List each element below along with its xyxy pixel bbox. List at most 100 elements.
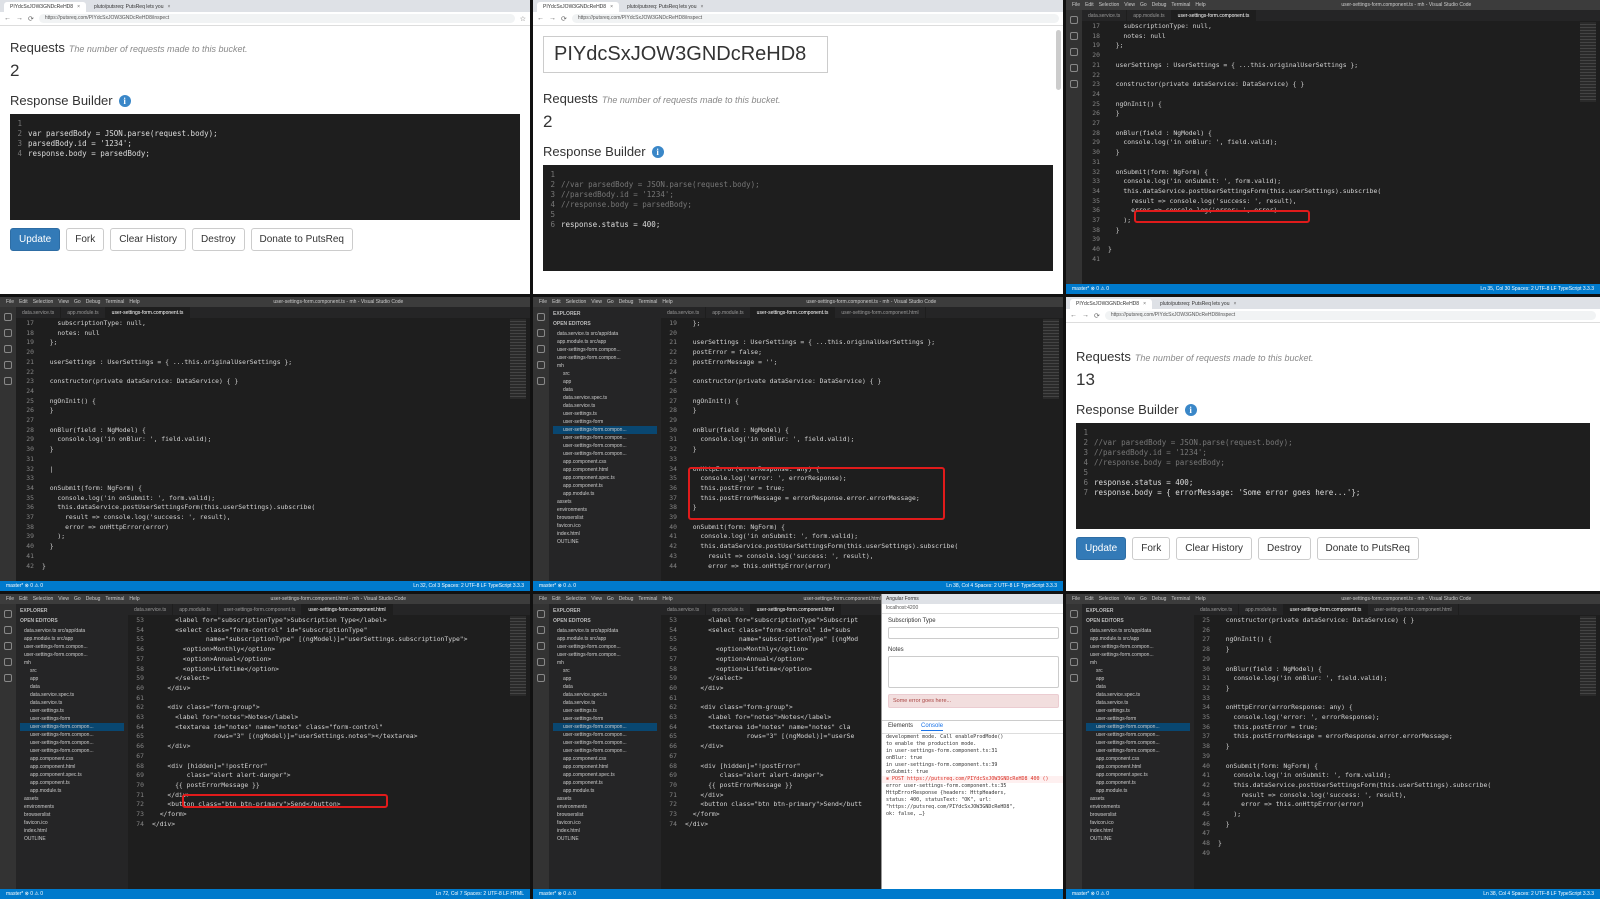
menu-bar[interactable]: File Edit Selection View Go Debug Terminal Help [539,596,678,602]
tab-app-module[interactable]: app.module.ts [706,307,751,318]
open-editors-header[interactable]: OPEN EDITORS [553,320,657,328]
files-icon[interactable] [1070,610,1078,618]
explorer-item[interactable]: user-settings.ts [1086,707,1190,715]
donate-button[interactable]: Donate to PutsReq [250,228,353,251]
explorer-item[interactable]: browserslist [553,514,657,522]
tab-app-module[interactable]: app.module.ts [173,604,218,615]
menu-item[interactable]: View [58,299,69,305]
info-icon[interactable]: i [118,94,131,107]
explorer-item[interactable]: user-settings-form.compon... [1086,651,1190,659]
back-icon[interactable]: ← [1070,312,1077,319]
tab-data-service[interactable]: data.service.ts [1194,604,1240,615]
menu-item[interactable]: Terminal [105,299,124,305]
explorer-item[interactable]: user-settings-form.compon... [20,723,124,731]
extensions-icon[interactable] [1070,674,1078,682]
menu-item[interactable]: Edit [552,299,561,305]
menu-item[interactable]: Help [129,299,139,305]
notes-textarea[interactable] [888,656,1059,688]
explorer-item[interactable]: app.module.ts [1086,787,1190,795]
explorer-item[interactable]: data.service.spec.ts [553,691,657,699]
menu-item[interactable]: Debug [619,596,634,602]
menu-item[interactable]: View [1124,596,1135,602]
explorer-sidebar[interactable]: EXPLORER OPEN EDITORS data.service.ts src/… [549,604,661,889]
close-tab-icon[interactable]: × [610,4,613,10]
explorer-item[interactable]: favicon.ico [1086,819,1190,827]
explorer-item[interactable]: data.service.ts src/app/data [1086,627,1190,635]
explorer-item[interactable]: app.module.ts src/app [553,635,657,643]
files-icon[interactable] [4,610,12,618]
explorer-item[interactable]: user-settings-form.compon... [20,643,124,651]
open-editors-header[interactable]: OPEN EDITORS [20,617,124,625]
explorer-item[interactable]: app.module.ts [553,787,657,795]
menu-item[interactable]: Go [1140,2,1147,8]
explorer-item[interactable]: data [553,386,657,394]
explorer-item[interactable]: user-settings-form.compon... [553,723,657,731]
menu-item[interactable]: Debug [86,299,101,305]
tab-app-module[interactable]: app.module.ts [1127,10,1172,21]
code-editor[interactable]: 17 subscriptionType: null, 18 notes: null… [1086,22,1578,284]
menu-item[interactable]: Go [74,596,81,602]
menu-item[interactable]: Edit [19,596,28,602]
menu-bar[interactable]: File Edit Selection View Go Debug Terminal Help [6,596,145,602]
explorer-item[interactable]: assets [553,498,657,506]
tab-console[interactable]: Console [921,723,944,731]
explorer-item[interactable]: app.component.spec.ts [553,771,657,779]
explorer-sidebar[interactable]: EXPLORER OPEN EDITORS data.service.ts src/… [16,604,128,889]
browser-tab[interactable]: PIYdcSxJOW3GNDcReHD8 × [1070,299,1152,309]
explorer-item[interactable]: user-settings.ts [553,410,657,418]
star-icon[interactable]: ☆ [520,15,526,23]
reload-icon[interactable]: ⟳ [561,15,567,23]
tab-user-settings-html[interactable]: user-settings-form.component.html [1368,604,1459,615]
explorer-item[interactable]: data.service.ts src/app/data [20,627,124,635]
explorer-sidebar[interactable]: EXPLORER OPEN EDITORS data.service.ts src/… [1082,604,1194,889]
menu-bar[interactable]: File Edit Selection View Go Debug Terminal Help [1072,596,1211,602]
reload-icon[interactable]: ⟳ [1094,312,1100,320]
explorer-item[interactable]: user-settings-form.compon... [553,354,657,362]
debug-icon[interactable] [537,658,545,666]
menu-item[interactable]: Terminal [105,596,124,602]
explorer-item[interactable]: user-settings-form.compon... [1086,747,1190,755]
explorer-item[interactable]: app.component.ts [1086,779,1190,787]
tab-user-settings-ts[interactable]: user-settings-form.component.ts [1171,10,1257,21]
menu-item[interactable]: File [539,299,547,305]
url-field[interactable]: https://putsreq.com/PIYdcSxJOW3GNDcReHD8… [1104,311,1596,320]
minimap[interactable] [1043,319,1059,399]
explorer-item[interactable]: user-settings-form.compon... [20,731,124,739]
explorer-item[interactable]: user-settings-form.compon... [1086,731,1190,739]
explorer-item[interactable]: index.html [1086,827,1190,835]
url-field[interactable]: localhost:4200 [882,604,1063,614]
menu-item[interactable]: Selection [566,299,587,305]
source-control-icon[interactable] [4,345,12,353]
menu-item[interactable]: Go [607,596,614,602]
explorer-item[interactable]: environments [553,803,657,811]
code-editor[interactable]: 25 constructor(private dataService: Data… [1196,616,1578,889]
menu-item[interactable]: Edit [1085,596,1094,602]
menu-item[interactable]: View [591,299,602,305]
explorer-item[interactable]: index.html [553,530,657,538]
minimap[interactable] [1580,22,1596,102]
explorer-item[interactable]: user-settings-form.compon... [1086,739,1190,747]
explorer-item[interactable]: app [553,378,657,386]
back-icon[interactable]: ← [4,15,11,22]
menu-item[interactable]: File [6,299,14,305]
tab-app-module[interactable]: app.module.ts [1239,604,1284,615]
debug-icon[interactable] [4,361,12,369]
explorer-item[interactable]: user-settings-form.compon... [553,434,657,442]
explorer-item[interactable]: environments [1086,803,1190,811]
explorer-item[interactable]: data.service.ts [553,402,657,410]
explorer-sidebar[interactable]: EXPLORER OPEN EDITORS data.service.ts src/… [549,307,661,581]
explorer-item[interactable]: data [1086,683,1190,691]
explorer-item[interactable]: OUTLINE [20,835,124,843]
code-editor[interactable]: 53 <label for="subscriptionType">Subscri… [663,616,877,889]
donate-button[interactable]: Donate to PutsReq [1316,537,1419,560]
explorer-item[interactable]: browserslist [553,811,657,819]
fork-button[interactable]: Fork [66,228,105,251]
explorer-item[interactable]: user-settings-form [553,418,657,426]
tab-data-service[interactable]: data.service.ts [661,307,707,318]
open-editors-header[interactable]: OPEN EDITORS [1086,617,1190,625]
menu-bar[interactable]: File Edit Selection View Go Debug Terminal Help [1072,2,1211,8]
explorer-item[interactable]: assets [1086,795,1190,803]
tab-elements[interactable]: Elements [888,723,913,731]
menu-item[interactable]: Selection [1099,2,1120,8]
explorer-item[interactable]: browserslist [1086,811,1190,819]
